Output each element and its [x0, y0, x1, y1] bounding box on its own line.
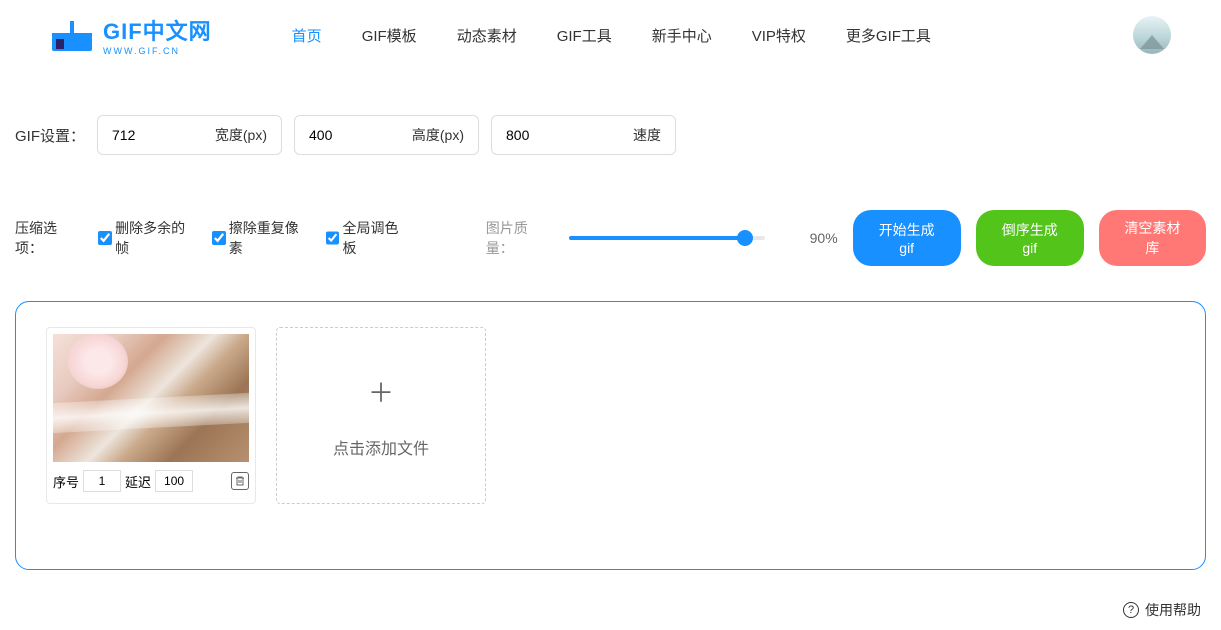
height-suffix: 高度(px) — [412, 125, 464, 145]
add-file-text: 点击添加文件 — [333, 435, 429, 459]
nav-materials[interactable]: 动态素材 — [457, 25, 517, 46]
options-row: 压缩选项： 删除多余的帧 擦除重复像素 全局调色板 图片质量： 90% 开始生成… — [0, 210, 1221, 266]
slider-thumb[interactable] — [737, 230, 753, 246]
delay-label: 延迟 — [125, 472, 151, 491]
cb-erase-pixels[interactable] — [212, 231, 226, 245]
speed-input-group: 速度 — [491, 115, 676, 155]
seq-input[interactable] — [83, 470, 121, 492]
nav: 首页 GIF模板 动态素材 GIF工具 新手中心 VIP特权 更多GIF工具 — [292, 25, 1133, 46]
nav-newbie[interactable]: 新手中心 — [652, 25, 712, 46]
seq-label: 序号 — [53, 472, 79, 491]
width-input[interactable] — [112, 127, 215, 143]
header: GIF中文网 WWW.GIF.CN 首页 GIF模板 动态素材 GIF工具 新手… — [0, 0, 1221, 70]
width-suffix: 宽度(px) — [215, 125, 267, 145]
nav-tools[interactable]: GIF工具 — [557, 25, 612, 46]
logo-text: GIF中文网 WWW.GIF.CN — [103, 14, 212, 56]
speed-input[interactable] — [506, 127, 633, 143]
plus-icon: ＋ — [368, 373, 394, 410]
nav-templates[interactable]: GIF模板 — [362, 25, 417, 46]
thumbnail-controls: 序号 延迟 — [53, 470, 249, 492]
quality-value: 90% — [810, 230, 838, 246]
cb-remove-frames-label: 删除多余的帧 — [115, 218, 197, 258]
checkbox-remove-frames: 删除多余的帧 — [98, 218, 197, 258]
cb-global-palette-label: 全局调色板 — [342, 218, 410, 258]
logo[interactable]: GIF中文网 WWW.GIF.CN — [50, 13, 212, 58]
checkbox-global-palette: 全局调色板 — [326, 218, 411, 258]
footer-help[interactable]: ? 使用帮助 — [0, 590, 1221, 630]
delay-input[interactable] — [155, 470, 193, 492]
settings-row: GIF设置： 宽度(px) 高度(px) 速度 — [0, 115, 1221, 155]
logo-subtitle: WWW.GIF.CN — [103, 46, 212, 56]
dropzone: 序号 延迟 ＋ 点击添加文件 — [15, 301, 1206, 570]
slider-fill — [569, 236, 745, 240]
quality-label: 图片质量： — [486, 218, 554, 258]
trash-icon[interactable] — [231, 472, 249, 490]
logo-title: GIF中文网 — [103, 14, 212, 46]
height-input[interactable] — [309, 127, 412, 143]
logo-icon — [50, 13, 95, 58]
checkbox-erase-pixels: 擦除重复像素 — [212, 218, 311, 258]
reverse-generate-button[interactable]: 倒序生成gif — [976, 210, 1084, 266]
add-file-card[interactable]: ＋ 点击添加文件 — [276, 327, 486, 504]
width-input-group: 宽度(px) — [97, 115, 282, 155]
options-label: 压缩选项： — [15, 218, 83, 258]
nav-vip[interactable]: VIP特权 — [752, 25, 806, 46]
cb-erase-pixels-label: 擦除重复像素 — [229, 218, 311, 258]
nav-home[interactable]: 首页 — [292, 25, 322, 46]
help-text: 使用帮助 — [1145, 600, 1201, 620]
height-input-group: 高度(px) — [294, 115, 479, 155]
start-generate-button[interactable]: 开始生成gif — [853, 210, 961, 266]
nav-more-tools[interactable]: 更多GIF工具 — [846, 25, 931, 46]
help-icon: ? — [1123, 602, 1139, 618]
thumbnail-card: 序号 延迟 — [46, 327, 256, 504]
clear-materials-button[interactable]: 清空素材库 — [1099, 210, 1206, 266]
quality-slider[interactable] — [569, 236, 764, 240]
cb-remove-frames[interactable] — [98, 231, 112, 245]
avatar[interactable] — [1133, 16, 1171, 54]
cb-global-palette[interactable] — [326, 231, 340, 245]
settings-label: GIF设置： — [15, 125, 85, 146]
button-group: 开始生成gif 倒序生成gif 清空素材库 — [853, 210, 1206, 266]
speed-suffix: 速度 — [633, 125, 661, 145]
thumbnail-image[interactable] — [53, 334, 249, 462]
